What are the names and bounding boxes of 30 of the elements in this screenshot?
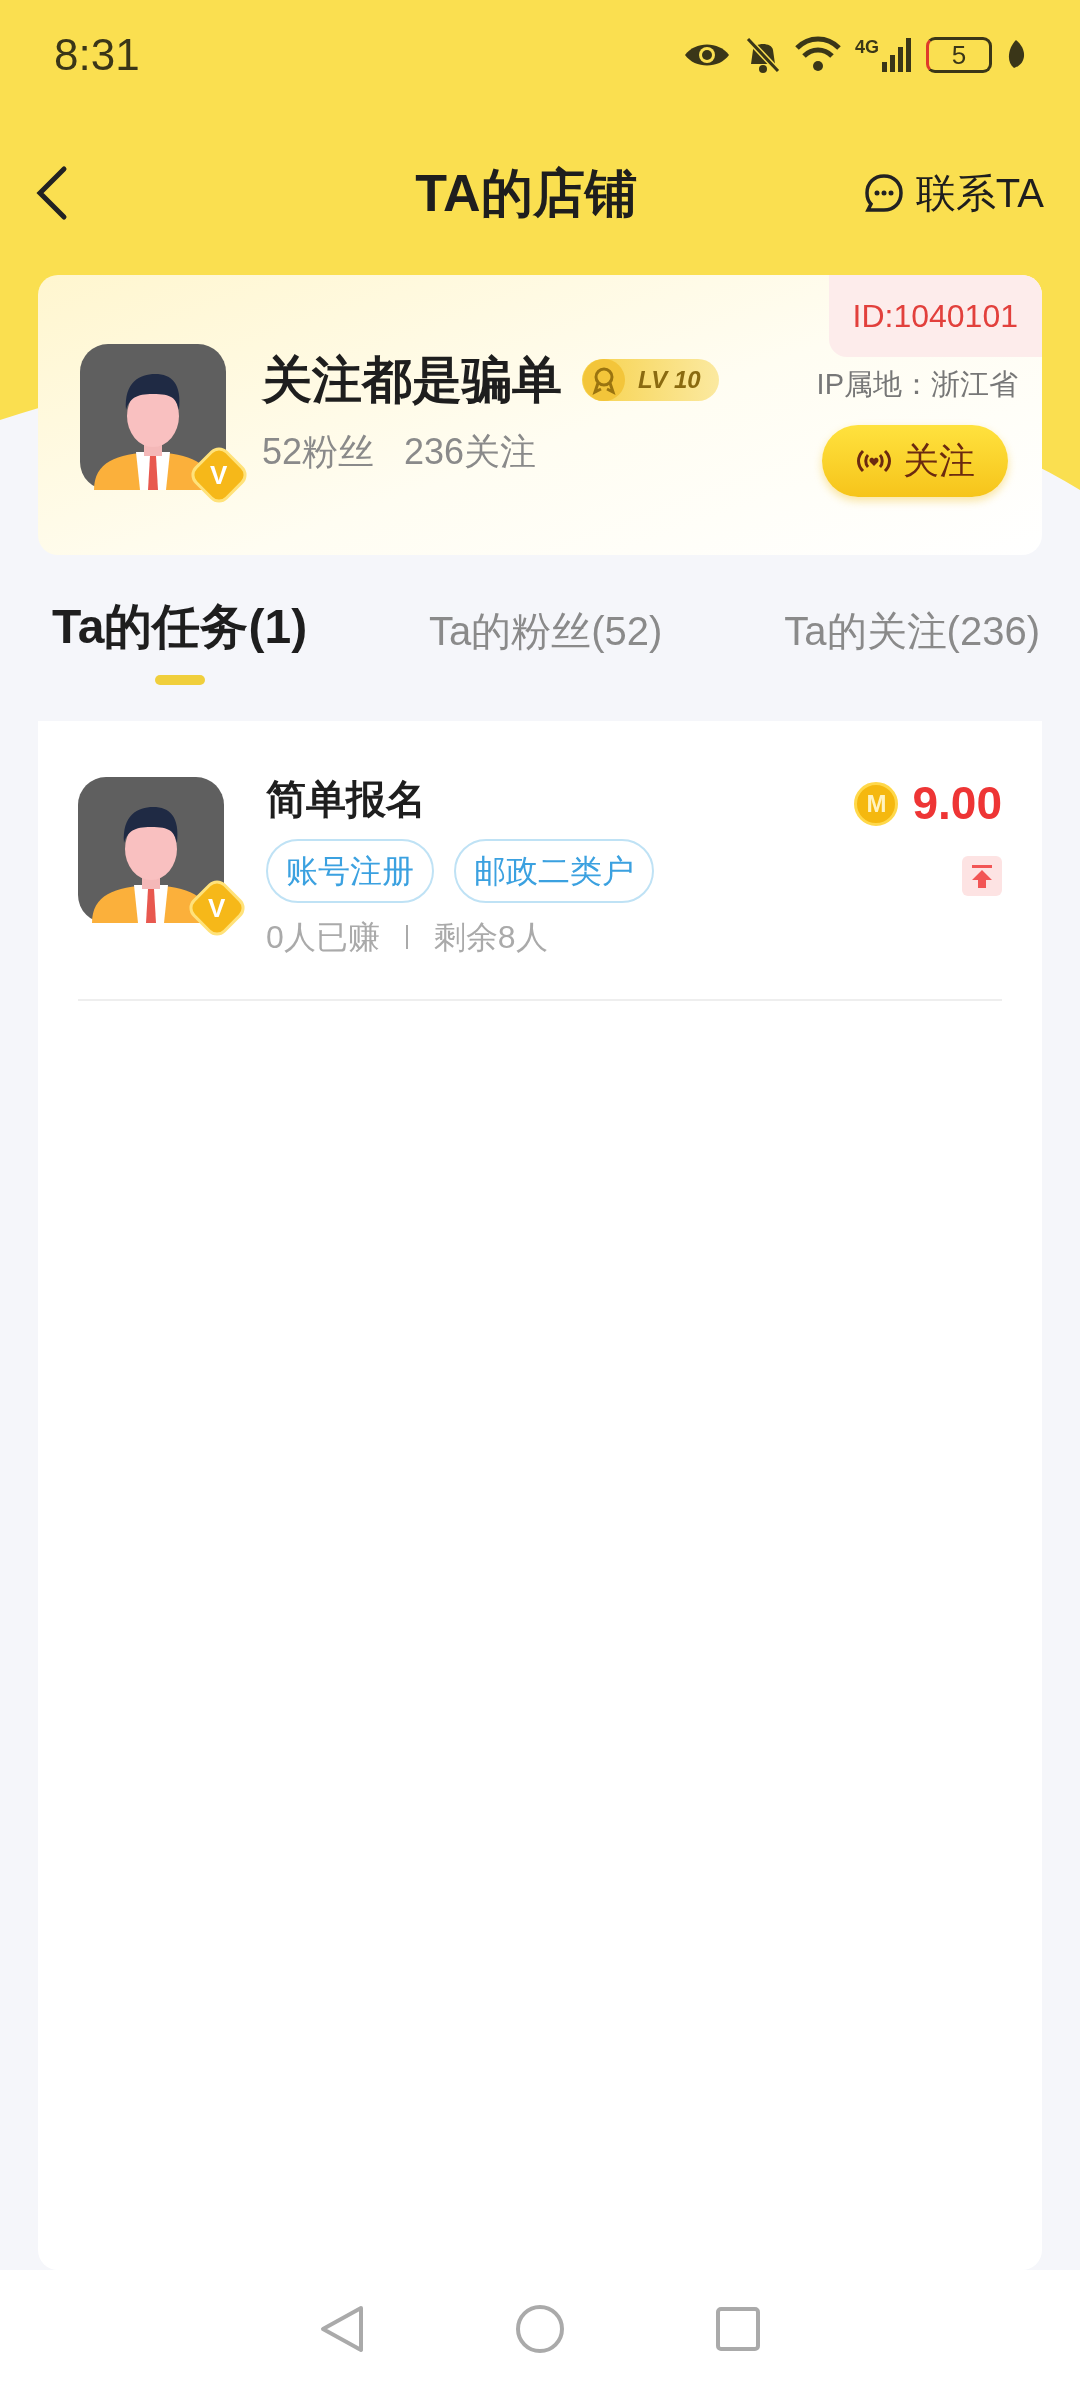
- wifi-icon: [795, 36, 841, 74]
- ip-location: IP属地：浙江省: [816, 367, 1018, 402]
- remaining-count: 剩余8人: [433, 918, 548, 957]
- user-id: ID:1040101: [828, 275, 1042, 357]
- recents-nav-icon[interactable]: [715, 2306, 761, 2352]
- back-nav-icon[interactable]: [319, 2304, 365, 2354]
- medal-icon: [582, 358, 626, 402]
- battery-indicator: 5: [926, 37, 992, 73]
- level-badge: LV 10: [582, 359, 719, 401]
- leaf-icon: [1006, 40, 1026, 70]
- chat-icon: [863, 172, 904, 213]
- shop-name: 关注都是骗单: [262, 355, 562, 405]
- earned-count: 0人已赚: [266, 918, 380, 957]
- task-price: 9.00: [912, 776, 1002, 831]
- task-tag: 邮政二类户: [454, 839, 654, 903]
- status-time: 8:31: [54, 29, 140, 81]
- page-title: TA的店铺: [415, 162, 637, 224]
- tab[interactable]: Ta的任务(1): [52, 597, 308, 685]
- home-nav-icon[interactable]: [515, 2304, 565, 2354]
- follow-button[interactable]: 关注: [822, 424, 1008, 497]
- back-icon[interactable]: [34, 164, 68, 221]
- coin-icon: M: [854, 781, 899, 826]
- task-item[interactable]: V 简单报名 账号注册 邮政二类户 0人已赚 剩余8人 M 9.00: [78, 721, 1002, 1001]
- network-type: 4G: [855, 38, 879, 56]
- task-tag: 账号注册: [266, 839, 434, 903]
- signal-icon: [882, 38, 912, 72]
- muted-bell-icon: [745, 36, 781, 74]
- contact-button[interactable]: 联系TA: [863, 162, 1044, 223]
- pin-to-top-icon[interactable]: [962, 856, 1002, 896]
- task-title: 简单报名: [266, 776, 427, 823]
